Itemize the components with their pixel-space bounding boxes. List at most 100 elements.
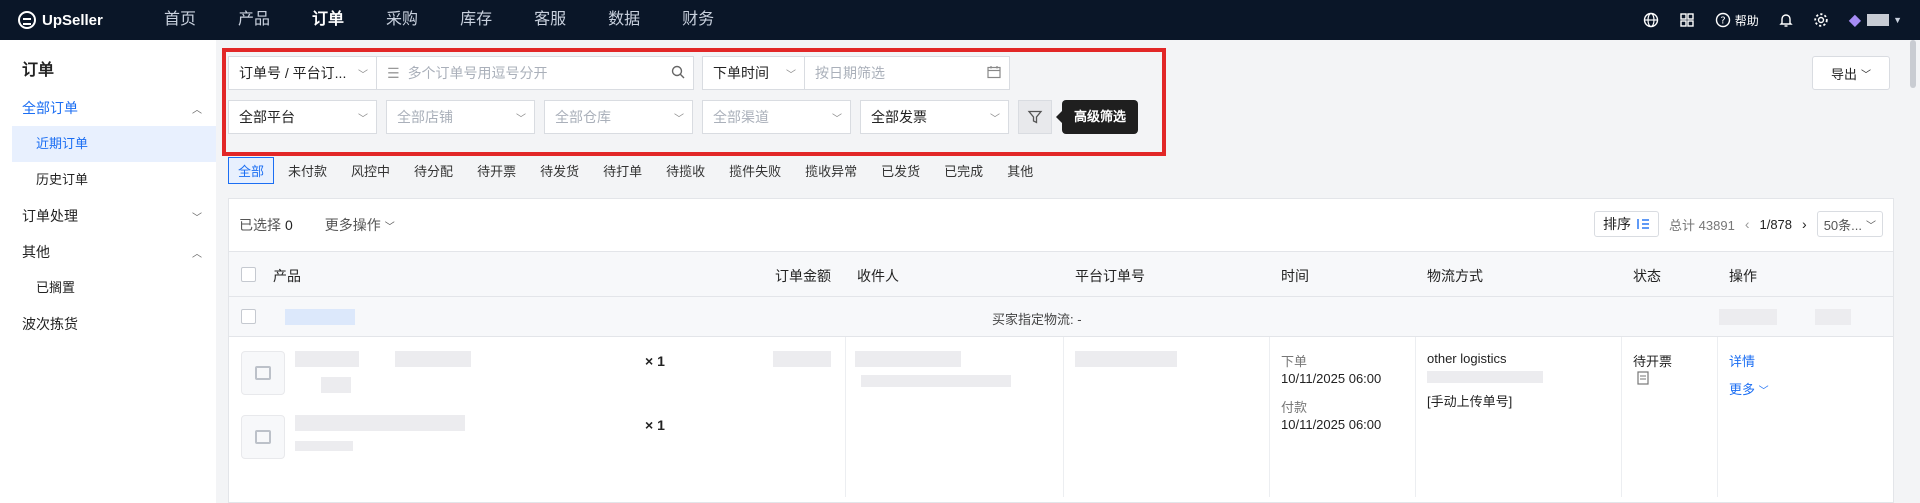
channel-select[interactable]: 全部渠道 ﹀ <box>702 100 851 134</box>
sidebar-item-recent-orders[interactable]: 近期订单 <box>12 126 216 162</box>
chevron-down-icon: ﹀ <box>358 113 368 125</box>
paid-time-label: 付款 <box>1281 400 1308 415</box>
column-divider <box>1269 337 1270 497</box>
tab-to-invoice[interactable]: 待开票 <box>467 157 526 184</box>
sidebar-group-order-processing[interactable]: 订单处理 ﹀ <box>0 198 216 234</box>
time-type-value: 下单时间 <box>713 65 769 81</box>
invoice-icon[interactable] <box>1637 371 1649 388</box>
product-image[interactable] <box>241 351 285 395</box>
export-button[interactable]: 导出 ﹀ <box>1812 56 1890 90</box>
time-type-select[interactable]: 下单时间 ﹀ <box>702 56 805 90</box>
tab-pickup-exception[interactable]: 揽收异常 <box>795 157 867 184</box>
gear-icon[interactable] <box>1813 12 1829 28</box>
product-image[interactable] <box>241 415 285 459</box>
status-tabs: 全部 未付款 风控中 待分配 待开票 待发货 待打单 待揽收 揽件失败 揽收异常… <box>228 157 1043 184</box>
tab-to-print[interactable]: 待打单 <box>593 157 652 184</box>
bell-icon[interactable] <box>1779 12 1793 28</box>
date-range-picker[interactable]: 按日期筛选 <box>804 56 1010 90</box>
next-page-icon[interactable]: › <box>1802 216 1807 232</box>
order-time-label: 下单 <box>1281 354 1308 369</box>
sidebar-group-label: 订单处理 <box>22 208 78 224</box>
tab-to-ship[interactable]: 待发货 <box>530 157 589 184</box>
more-operations-dropdown[interactable]: 更多操作 ﹀ <box>325 215 395 235</box>
sidebar-item-history-orders[interactable]: 历史订单 <box>0 162 216 198</box>
store-select[interactable]: 全部店铺 ﹀ <box>386 100 535 134</box>
nav-item-inventory[interactable]: 库存 <box>439 0 513 40</box>
sidebar-group-wave-picking[interactable]: 波次拣货 <box>0 306 216 342</box>
chevron-down-icon: ﹀ <box>674 113 684 125</box>
tab-to-pickup[interactable]: 待揽收 <box>656 157 715 184</box>
select-all-checkbox[interactable] <box>241 267 256 282</box>
invoice-value: 全部发票 <box>871 109 927 125</box>
tab-unpaid[interactable]: 未付款 <box>278 157 337 184</box>
chevron-down-icon: ﹀ <box>1861 69 1871 81</box>
status-badge: 待开票 <box>1633 354 1673 369</box>
tab-pickup-failed[interactable]: 揽件失败 <box>719 157 791 184</box>
help-button[interactable]: ? 帮助 <box>1715 12 1759 29</box>
col-time: 时间 <box>1281 268 1309 284</box>
tab-risk-control[interactable]: 风控中 <box>341 157 400 184</box>
tab-all[interactable]: 全部 <box>228 157 275 184</box>
user-menu[interactable]: ◆ ▼ <box>1849 10 1902 30</box>
globe-icon[interactable] <box>1643 12 1659 28</box>
nav-item-purchase[interactable]: 采购 <box>365 0 439 40</box>
more-actions-dropdown[interactable]: 更多 ﹀ <box>1729 379 1769 398</box>
sidebar-title: 订单 <box>22 62 55 79</box>
nav-menu: 首页 产品 订单 采购 库存 客服 数据 财务 <box>143 0 735 40</box>
channel-value: 全部渠道 <box>713 109 769 125</box>
tab-shipped[interactable]: 已发货 <box>871 157 930 184</box>
nav-item-home[interactable]: 首页 <box>143 0 217 40</box>
redacted-block <box>1815 309 1851 325</box>
page-size-select[interactable]: 50条... ﹀ <box>1816 211 1883 237</box>
amount-redacted <box>773 351 831 367</box>
detail-link[interactable]: 详情 <box>1729 351 1755 370</box>
pagination: ‹ 1/878 › <box>1745 216 1807 232</box>
prev-page-icon[interactable]: ‹ <box>1745 216 1750 232</box>
product-name-redacted <box>295 415 465 431</box>
warehouse-select[interactable]: 全部仓库 ﹀ <box>544 100 693 134</box>
order-checkbox[interactable] <box>241 309 256 324</box>
tracking-upload-link[interactable]: [手动上传单号] <box>1427 391 1512 410</box>
calendar-icon <box>987 65 1001 82</box>
column-divider <box>1717 337 1718 497</box>
redacted-block <box>1719 309 1777 325</box>
chevron-down-icon: ﹀ <box>1866 220 1876 232</box>
avatar <box>1867 14 1890 26</box>
app-logo[interactable]: UpSeller <box>18 11 138 29</box>
chevron-down-icon: ﹀ <box>384 222 395 233</box>
apps-grid-icon[interactable] <box>1679 12 1695 28</box>
sidebar-group-other[interactable]: 其他 ︿ <box>0 234 216 270</box>
product-quantity: × 1 <box>645 353 665 369</box>
sort-button[interactable]: 排序 <box>1594 211 1660 237</box>
tab-to-assign[interactable]: 待分配 <box>404 157 463 184</box>
order-number-search-input[interactable]: ☰ 多个订单号用逗号分开 <box>376 56 694 90</box>
orders-panel: 已选择 0 更多操作 ﹀ 排序 总计 43891 ‹ 1/878 › 50条..… <box>228 198 1894 503</box>
scrollbar[interactable] <box>1910 40 1916 88</box>
tab-other[interactable]: 其他 <box>997 157 1043 184</box>
order-time-value: 10/11/2025 06:00 <box>1281 371 1382 386</box>
col-platform-order-no: 平台订单号 <box>1075 268 1145 284</box>
warehouse-value: 全部仓库 <box>555 109 611 125</box>
platform-select[interactable]: 全部平台 ﹀ <box>228 100 377 134</box>
advanced-filter-button[interactable] <box>1018 100 1052 134</box>
product-quantity: × 1 <box>645 417 665 433</box>
chevron-down-icon: ﹀ <box>192 212 202 224</box>
nav-item-data[interactable]: 数据 <box>587 0 661 40</box>
nav-item-products[interactable]: 产品 <box>217 0 291 40</box>
nav-item-orders[interactable]: 订单 <box>291 0 365 40</box>
search-type-select[interactable]: 订单号 / 平台订... ﹀ <box>228 56 377 90</box>
nav-item-service[interactable]: 客服 <box>513 0 587 40</box>
chevron-down-icon: ﹀ <box>786 69 796 81</box>
nav-item-finance[interactable]: 财务 <box>661 0 735 40</box>
search-icon[interactable] <box>671 65 685 82</box>
tab-completed[interactable]: 已完成 <box>934 157 993 184</box>
col-status: 状态 <box>1633 268 1661 284</box>
image-icon <box>255 366 271 380</box>
column-divider <box>845 337 846 497</box>
search-placeholder: 多个订单号用逗号分开 <box>407 65 548 81</box>
list-icon: ☰ <box>387 64 400 81</box>
sort-icon <box>1637 219 1650 229</box>
invoice-select[interactable]: 全部发票 ﹀ <box>860 100 1009 134</box>
sidebar-group-all-orders[interactable]: 全部订单 ︿ <box>0 90 216 126</box>
sidebar-item-shelved[interactable]: 已搁置 <box>0 270 216 306</box>
